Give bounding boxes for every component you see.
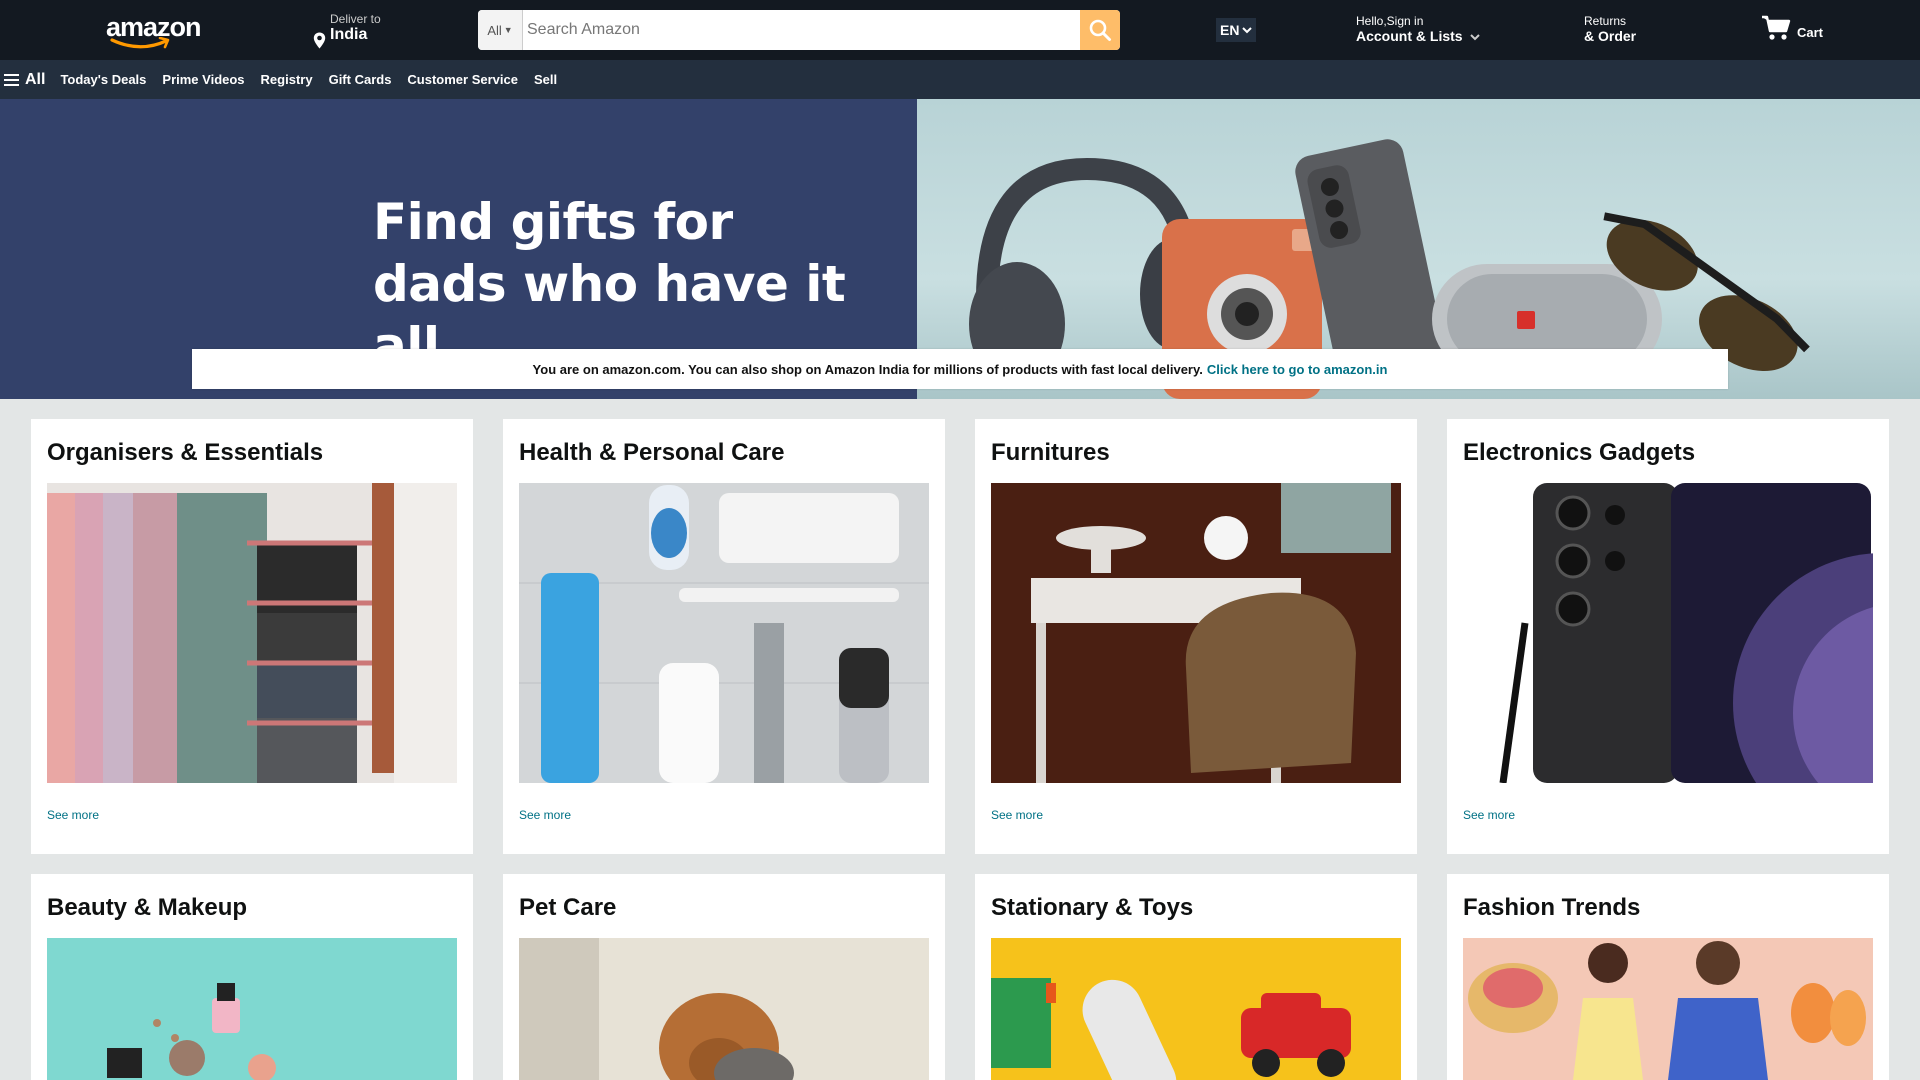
subnav-item-registry[interactable]: Registry: [261, 72, 313, 87]
deliver-country: India: [330, 26, 368, 43]
all-menu-button[interactable]: All: [0, 71, 45, 89]
search-icon: [1089, 19, 1111, 41]
search-category-select[interactable]: All ▼: [478, 10, 523, 50]
cart-label: Cart: [1797, 24, 1824, 40]
account-lists-label: Account & Lists: [1356, 28, 1481, 44]
top-navbar: amazon Deliver to India All ▼ EN: [0, 0, 1920, 60]
category-card-stationary: Stationary & Toys: [975, 874, 1417, 1080]
scarf-hanger-image: [47, 483, 457, 783]
account-menu[interactable]: Hello,Sign in Account & Lists: [1356, 14, 1481, 44]
orders-label: & Order: [1584, 28, 1637, 44]
chevron-down-icon: [1242, 27, 1253, 34]
fashion-models-image: [1463, 938, 1873, 1080]
search-category-label: All: [487, 22, 502, 38]
cart-icon: [1762, 15, 1791, 40]
category-card-organisers: Organisers & Essentials See more: [31, 419, 473, 854]
subnav-item-todays-deals[interactable]: Today's Deals: [60, 72, 146, 87]
card-image-health[interactable]: [519, 483, 929, 783]
card-title: Fashion Trends: [1463, 894, 1641, 921]
notice-link-amazon-in[interactable]: Click here to go to amazon.in: [1207, 362, 1388, 377]
category-card-beauty: Beauty & Makeup: [31, 874, 473, 1080]
notice-text: You are on amazon.com. You can also shop…: [532, 361, 1203, 377]
card-title: Stationary & Toys: [991, 894, 1194, 921]
returns-label: Returns: [1584, 14, 1627, 28]
all-menu-label: All: [25, 70, 46, 88]
language-selector[interactable]: EN: [1216, 18, 1257, 42]
category-card-fashion: Fashion Trends: [1447, 874, 1889, 1080]
subnav-item-prime-videos[interactable]: Prime Videos: [162, 72, 244, 87]
category-card-health: Health & Personal Care See more: [503, 419, 945, 854]
amazon-logo[interactable]: amazon: [106, 14, 202, 52]
card-title: Furnitures: [991, 439, 1110, 466]
subnav-item-gift-cards[interactable]: Gift Cards: [329, 72, 392, 87]
card-title: Electronics Gadgets: [1463, 439, 1696, 466]
subnav-item-sell[interactable]: Sell: [534, 72, 557, 87]
see-more-link[interactable]: See more: [991, 808, 1043, 822]
see-more-link[interactable]: See more: [47, 808, 99, 822]
search-input[interactable]: [523, 10, 1080, 50]
dog-image: [519, 938, 929, 1080]
category-card-pet-care: Pet Care: [503, 874, 945, 1080]
card-image-organisers[interactable]: [47, 483, 457, 783]
personal-care-items-image: [519, 483, 929, 783]
card-title: Health & Personal Care: [519, 439, 785, 466]
chevron-down-icon: ▼: [503, 25, 513, 35]
card-title: Pet Care: [519, 894, 617, 921]
card-title: Organisers & Essentials: [47, 439, 324, 466]
card-image-electronics[interactable]: [1463, 483, 1873, 783]
search-button[interactable]: [1080, 10, 1120, 50]
hero-title-line1: Find gifts for: [373, 193, 733, 251]
card-image-furnitures[interactable]: [991, 483, 1401, 783]
toys-image: [991, 938, 1401, 1080]
hamburger-icon: [4, 73, 19, 86]
smartphone-image: [1463, 483, 1873, 783]
chevron-down-icon: [1470, 34, 1481, 41]
account-greeting: Hello,Sign in: [1356, 14, 1424, 28]
card-title: Beauty & Makeup: [47, 894, 248, 921]
cart-button[interactable]: Cart: [1761, 14, 1823, 42]
card-image-pet-care[interactable]: [519, 938, 929, 1080]
deliver-label: Deliver to: [330, 12, 381, 26]
secondary-navbar: All Today's Deals Prime Videos Registry …: [0, 60, 1920, 99]
regional-notice-banner: You are on amazon.com. You can also shop…: [192, 349, 1728, 389]
card-image-fashion[interactable]: [1463, 938, 1873, 1080]
account-lists-text: Account & Lists: [1356, 28, 1463, 44]
location-pin-icon: [313, 32, 326, 49]
search-bar: All ▼: [478, 10, 1120, 50]
card-image-stationary[interactable]: [991, 938, 1401, 1080]
makeup-image: [47, 938, 457, 1080]
logo-smile-icon: [110, 37, 170, 49]
subnav-item-customer-service[interactable]: Customer Service: [407, 72, 518, 87]
returns-orders[interactable]: Returns & Order: [1584, 14, 1636, 44]
card-image-beauty[interactable]: [47, 938, 457, 1080]
category-card-electronics: Electronics Gadgets See more: [1447, 419, 1889, 854]
category-card-furnitures: Furnitures See more: [975, 419, 1417, 854]
language-label: EN: [1220, 22, 1240, 38]
see-more-link[interactable]: See more: [519, 808, 571, 822]
see-more-link[interactable]: See more: [1463, 808, 1515, 822]
desk-chair-image: [991, 483, 1401, 783]
